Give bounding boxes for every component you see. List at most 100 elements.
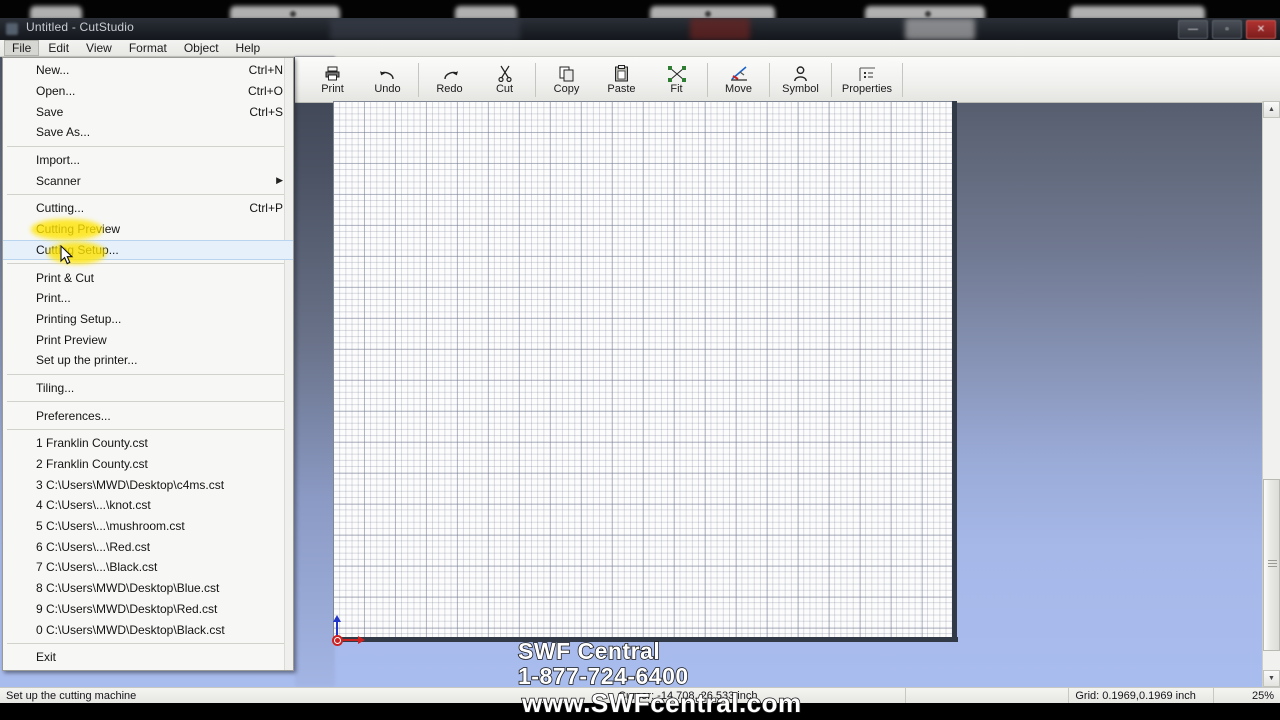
menu-item-exit[interactable]: Exit (3, 647, 293, 668)
menu-item-print-cut[interactable]: Print & Cut (3, 267, 293, 288)
maximize-button[interactable]: ▫ (1212, 20, 1242, 39)
menu-item-tiling[interactable]: Tiling... (3, 378, 293, 399)
menu-item-new[interactable]: New... Ctrl+N (3, 60, 293, 81)
menu-item-label: 6 C:\Users\...\Red.cst (36, 539, 151, 554)
scroll-down-button[interactable]: ▼ (1263, 670, 1280, 687)
toolbar-button-symbol[interactable]: Symbol (773, 60, 828, 100)
person-symbol-icon (793, 64, 808, 82)
status-blank-cell (906, 688, 1070, 703)
menu-item-save-as[interactable]: Save As... (3, 122, 293, 143)
menu-item-8-c-users-mwd-desktop-blue-cst[interactable]: 8 C:\Users\MWD\Desktop\Blue.cst (3, 578, 293, 599)
menu-item-save[interactable]: Save Ctrl+S (3, 101, 293, 122)
cutting-sheet[interactable] (333, 101, 953, 639)
menu-item-6-c-users-red-cst[interactable]: 6 C:\Users\...\Red.cst (3, 536, 293, 557)
toolbar-button-copy[interactable]: Copy (539, 60, 594, 100)
clipboard-icon (614, 64, 629, 82)
copy-pages-icon (559, 64, 575, 82)
menu-item-shortcut: Ctrl+O (247, 84, 283, 99)
minimize-button[interactable]: — (1178, 20, 1208, 39)
menu-item-1-franklin-county-cst[interactable]: 1 Franklin County.cst (3, 433, 293, 454)
menu-item-cutting[interactable]: Cutting... Ctrl+P (3, 198, 293, 219)
menu-item-label: Scanner (36, 173, 81, 188)
menu-separator (7, 263, 289, 265)
menu-item-3-c-users-mwd-desktop-c4ms-cst[interactable]: 3 C:\Users\MWD\Desktop\c4ms.cst (3, 474, 293, 495)
toolbar-separator (535, 62, 536, 97)
menu-item-label: Cutting Preview (36, 222, 121, 237)
menu-item-label: Print Preview (36, 332, 107, 347)
menu-item-open[interactable]: Open... Ctrl+O (3, 81, 293, 102)
toolbar-button-cut[interactable]: Cut (477, 60, 532, 100)
toolbar-button-label: Fit (670, 83, 683, 95)
menu-item-preferences[interactable]: Preferences... (3, 405, 293, 426)
toolbar-button-label: Paste (607, 83, 636, 95)
left-docked-panel-strip (295, 57, 335, 687)
menu-item-scanner[interactable]: Scanner ▶ (3, 170, 293, 191)
title-bar: Untitled - CutStudio — ▫ ✕ (0, 18, 1280, 40)
close-button[interactable]: ✕ (1246, 20, 1276, 39)
menu-item-4-c-users-knot-cst[interactable]: 4 C:\Users\...\knot.cst (3, 495, 293, 516)
toolbar-button-label: Move (725, 83, 752, 95)
menu-item-label: Preferences... (36, 408, 111, 423)
screen-recording-letterbox (0, 0, 1280, 18)
toolbar-button-paste[interactable]: Paste (594, 60, 649, 100)
printer-icon (324, 64, 341, 82)
menu-item-label: Print & Cut (36, 270, 95, 285)
toolbar-button-label: Cut (495, 83, 514, 95)
menu-item-print-preview[interactable]: Print Preview (3, 329, 293, 350)
bottom-letterbox (0, 703, 1280, 720)
menu-item-9-c-users-mwd-desktop-red-cst[interactable]: 9 C:\Users\MWD\Desktop\Red.cst (3, 599, 293, 620)
toolbar-button-move[interactable]: Move (711, 60, 766, 100)
menu-item-shortcut: Ctrl+N (248, 63, 283, 78)
menu-item-2-franklin-county-cst[interactable]: 2 Franklin County.cst (3, 454, 293, 475)
menu-item-0-c-users-mwd-desktop-black-cst[interactable]: 0 C:\Users\MWD\Desktop\Black.cst (3, 619, 293, 640)
toolbar-separator (902, 62, 903, 97)
menu-item-7-c-users-black-cst[interactable]: 7 C:\Users\...\Black.cst (3, 557, 293, 578)
menu-item-5-c-users-mushroom-cst[interactable]: 5 C:\Users\...\mushroom.cst (3, 516, 293, 537)
menu-separator (7, 429, 289, 430)
menu-item-import[interactable]: Import... (3, 150, 293, 171)
status-zoom-level[interactable]: 25% (1214, 688, 1280, 703)
menu-item-label: Cutting... (36, 201, 85, 216)
menu-item-label: 3 C:\Users\MWD\Desktop\c4ms.cst (36, 477, 225, 492)
application-window: Untitled - CutStudio — ▫ ✕ File Edit View F… (0, 0, 1280, 720)
toolbar-button-label: Properties (841, 83, 893, 95)
menu-item-set-up-the-printer[interactable]: Set up the printer... (3, 350, 293, 371)
toolbar-separator (707, 62, 708, 97)
menubar-item-view[interactable]: View (78, 40, 120, 56)
redo-arrow-icon (441, 64, 459, 82)
toolbar-button-print[interactable]: Print (305, 60, 360, 100)
toolbar-button-undo[interactable]: Undo (360, 60, 415, 100)
file-dropdown-menu[interactable]: New... Ctrl+N Open... Ctrl+O Save Ctrl+S Save … (2, 57, 294, 671)
menu-item-cutting-preview[interactable]: Cutting Preview (3, 219, 293, 240)
vertical-scrollbar[interactable]: ▲ ▼ (1262, 101, 1280, 687)
design-canvas[interactable] (333, 101, 960, 646)
menubar-item-edit[interactable]: Edit (40, 40, 77, 56)
toolbar-separator (769, 62, 770, 97)
properties-panel-icon (858, 64, 876, 82)
menubar-item-file[interactable]: File (4, 40, 40, 56)
toolbar-button-properties[interactable]: Properties (835, 60, 899, 100)
scrollbar-thumb[interactable] (1263, 479, 1280, 651)
menubar-item-help[interactable]: Help (228, 40, 269, 56)
menu-item-print[interactable]: Print... (3, 288, 293, 309)
status-cursor-position: Cursor: -14.708, 26.533 inch (612, 688, 907, 703)
sheet-right-edge (952, 101, 957, 641)
menubar-item-object[interactable]: Object (176, 40, 227, 56)
menu-item-label: 7 C:\Users\...\Black.cst (36, 560, 158, 575)
toolbar-button-fit[interactable]: Fit (649, 60, 704, 100)
menu-separator (7, 401, 289, 403)
scroll-up-button[interactable]: ▲ (1263, 101, 1280, 118)
menu-item-shortcut: Ctrl+P (249, 201, 283, 216)
menu-item-label: New... (36, 63, 70, 78)
origin-marker (330, 615, 370, 651)
toolbar-button-redo[interactable]: Redo (422, 60, 477, 100)
menu-item-label: Print... (36, 291, 71, 306)
menu-item-label: Tiling... (36, 380, 75, 395)
menubar-item-format[interactable]: Format (121, 40, 175, 56)
fit-corners-icon (667, 64, 686, 82)
menu-item-printing-setup[interactable]: Printing Setup... (3, 309, 293, 330)
menu-item-cutting-setup[interactable]: Cutting Setup... (3, 239, 293, 261)
menu-item-label: Open... (36, 84, 76, 99)
menu-item-label: Set up the printer... (36, 353, 138, 368)
toolbar-button-label: Redo (436, 83, 463, 95)
